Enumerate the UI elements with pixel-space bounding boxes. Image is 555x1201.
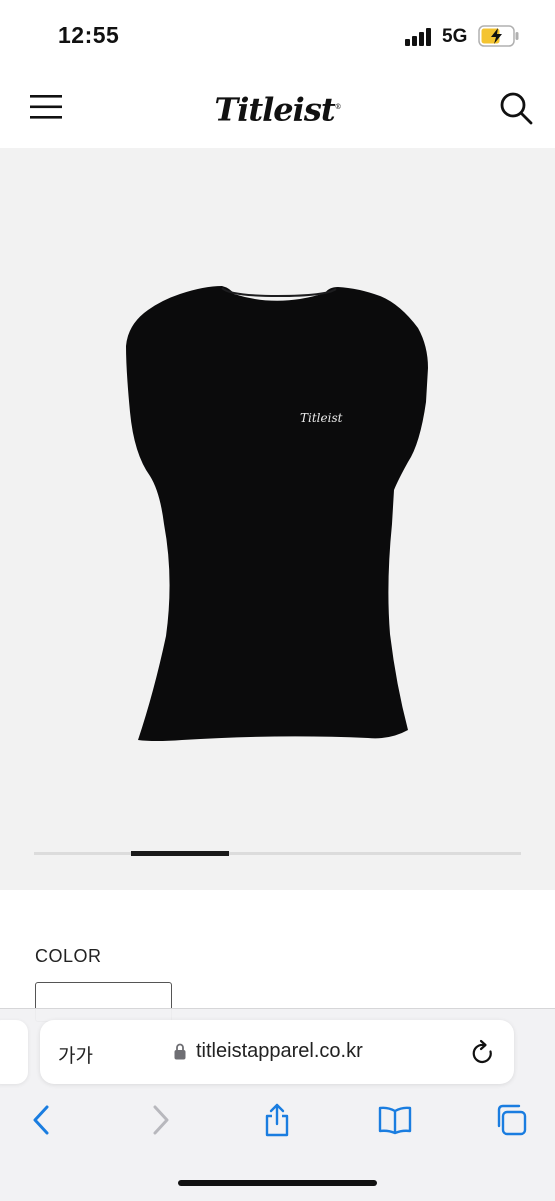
back-icon[interactable] bbox=[30, 1102, 52, 1138]
chest-logo-text: Titleist bbox=[300, 411, 343, 425]
tabs-icon[interactable] bbox=[495, 1102, 529, 1138]
forward-icon[interactable] bbox=[150, 1102, 172, 1138]
battery-charging-icon bbox=[478, 25, 519, 47]
gallery-progress-track bbox=[34, 852, 521, 855]
brand-logo[interactable]: Titleist® bbox=[180, 78, 375, 138]
color-option-label: COLOR bbox=[35, 946, 102, 966]
lock-icon bbox=[174, 1043, 186, 1060]
reload-icon[interactable] bbox=[470, 1039, 496, 1067]
search-icon[interactable] bbox=[498, 90, 534, 126]
signal-icon bbox=[405, 28, 431, 46]
bookmarks-icon[interactable] bbox=[377, 1102, 413, 1138]
text-size-button[interactable]: 가가 bbox=[58, 1041, 93, 1068]
home-indicator bbox=[178, 1180, 377, 1186]
share-icon[interactable] bbox=[262, 1102, 292, 1138]
product-image-sleeveless-top[interactable] bbox=[118, 284, 440, 746]
menu-icon[interactable] bbox=[28, 92, 64, 122]
gallery-progress-thumb bbox=[131, 851, 229, 856]
brand-logo-text: Titleist bbox=[214, 90, 335, 129]
previous-tab-preview[interactable] bbox=[0, 1020, 28, 1084]
url-text[interactable]: titleistapparel.co.kr bbox=[196, 1040, 363, 1063]
status-time: 12:55 bbox=[58, 22, 120, 48]
network-label: 5G bbox=[442, 26, 468, 47]
